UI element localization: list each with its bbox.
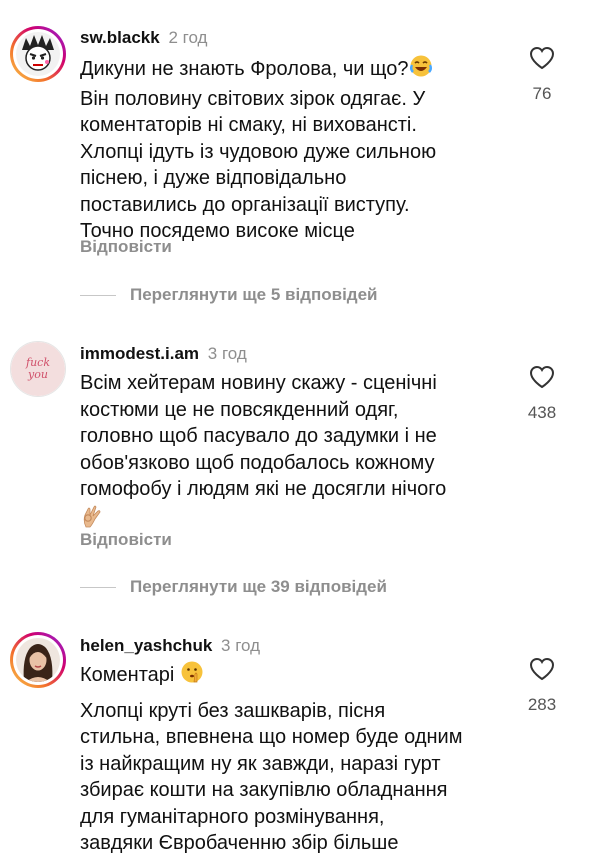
avatar[interactable] — [10, 632, 66, 688]
comment-meta: helen_yashchuk 3 год — [80, 636, 260, 656]
comment-meta: sw.blackk 2 год — [80, 28, 207, 48]
comment-line: Він половину світових зірок одягає. У — [80, 87, 426, 110]
comment-line: для гуманітарного розмінування, — [80, 805, 385, 828]
comment-line: костюми це не повсякденний одяг, — [80, 398, 399, 421]
like-count: 438 — [527, 403, 557, 422]
comment-line: поставились до організації виступу. — [80, 193, 410, 216]
comment-line: гомофобу і людям які не досягли нічого — [80, 478, 447, 500]
comment-title-line: Коментарі — [80, 664, 175, 687]
like-control: 283 — [517, 657, 567, 715]
comment-line: коментаторів ні смаку, ні виховансті. — [80, 114, 417, 136]
view-replies-label: Переглянути ще 39 відповідей — [130, 577, 387, 596]
timestamp: 3 год — [207, 344, 247, 363]
username[interactable]: immodest.i.am — [80, 344, 199, 363]
comment-line: із найкращим ну як завжди, наразі гурт — [80, 752, 441, 775]
divider — [80, 295, 116, 297]
view-replies-button[interactable]: Переглянути ще 5 відповідей — [80, 285, 378, 305]
face-with-tears-of-joy-icon — [409, 54, 433, 86]
like-count: 76 — [532, 84, 552, 103]
comment-text: Всім хейтерам новину скажу - сценічні ко… — [80, 370, 490, 536]
like-count: 283 — [527, 695, 557, 714]
comment-text: Коментарі Хлопці круті без зашкварів, пі… — [80, 660, 490, 857]
avatar-illustration — [22, 35, 54, 71]
reply-button[interactable]: Відповісти — [80, 530, 172, 550]
shushing-face-icon — [180, 660, 204, 692]
timestamp: 2 год — [168, 28, 208, 47]
comment-line: піснею, і дуже відповідально — [80, 167, 347, 189]
svg-text:you: you — [27, 368, 48, 381]
username[interactable]: sw.blackk — [80, 28, 160, 47]
heart-outline-icon[interactable] — [529, 365, 555, 389]
comment-text: Дикуни не знають Фролова, чи що? Він пол… — [80, 54, 490, 245]
comment-line: Хлопці круті без зашкварів, пісня — [80, 699, 386, 722]
comment-line: обов'язково щоб подобалось кожному — [80, 451, 435, 474]
view-replies-button[interactable]: Переглянути ще 39 відповідей — [80, 577, 387, 597]
username[interactable]: helen_yashchuk — [80, 636, 212, 655]
comment-line: збирає кошти на закупівлю обладнання — [80, 779, 448, 801]
comment-line: Хлопці ідуть із чудовою дуже сильною — [80, 140, 437, 163]
comment-line: Дикуни не знають Фролова, чи що? — [80, 58, 409, 81]
comment-line: головно щоб пасувало до задумки і не — [80, 425, 437, 447]
reply-button[interactable]: Відповісти — [80, 237, 172, 257]
like-control: 438 — [517, 365, 567, 423]
heart-outline-icon[interactable] — [529, 657, 555, 681]
timestamp: 3 год — [221, 636, 261, 655]
divider — [80, 587, 116, 589]
comment-meta: immodest.i.am 3 год — [80, 344, 247, 364]
like-control: 76 — [517, 46, 567, 104]
comment-line: завдяки Євробаченню збір більше — [80, 832, 399, 854]
heart-outline-icon[interactable] — [529, 46, 555, 70]
comment-line: Всім хейтерам новину скажу - сценічні — [80, 372, 437, 394]
avatar-illustration — [23, 644, 53, 682]
avatar[interactable] — [10, 26, 66, 82]
avatar[interactable]: fuck you — [10, 341, 66, 397]
view-replies-label: Переглянути ще 5 відповідей — [130, 285, 378, 304]
comment-line: стильна, впевнена що номер буде одним — [80, 726, 463, 748]
avatar-illustration: fuck you — [25, 356, 50, 381]
